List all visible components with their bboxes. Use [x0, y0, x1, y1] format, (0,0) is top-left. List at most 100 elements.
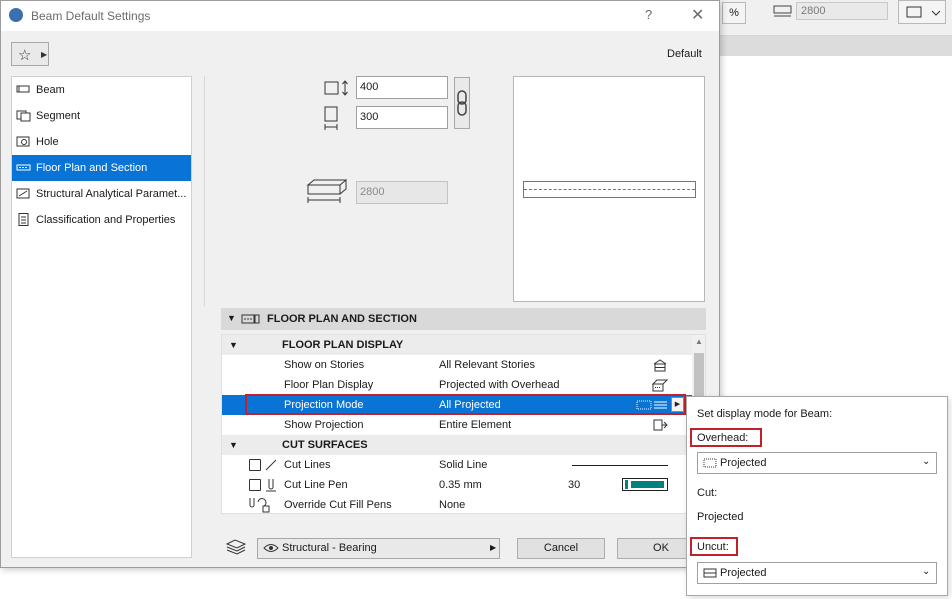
chevron-down-icon: ⌄ — [922, 566, 931, 577]
nav-item-segment[interactable]: Segment — [12, 103, 191, 129]
pen-icon — [266, 479, 276, 492]
help-button[interactable]: ? — [645, 7, 652, 22]
solid-projection-icon — [703, 568, 717, 578]
show-projection-icon — [653, 419, 668, 431]
floor-plan-section-header[interactable]: ▼ FLOOR PLAN AND SECTION — [221, 308, 706, 330]
property-name: Override Cut Fill Pens — [284, 499, 392, 511]
nav-item-floor-plan-and-section[interactable]: Floor Plan and Section — [12, 155, 191, 181]
cut-lines-checkbox[interactable] — [249, 459, 261, 471]
cut-label: Cut: — [697, 487, 718, 499]
group-label: CUT SURFACES — [282, 439, 368, 451]
beam-icon — [16, 85, 30, 93]
group-label: FLOOR PLAN DISPLAY — [282, 339, 404, 351]
star-icon: ☆ — [18, 47, 32, 64]
dotted-projection-icon — [703, 458, 717, 468]
solid-line-preview — [572, 465, 668, 466]
pen-mark — [625, 480, 628, 489]
layer-selector[interactable]: Structural - Bearing ▶ — [257, 538, 500, 559]
overhead-label: Overhead: — [697, 432, 749, 444]
beam-default-settings-dialog: Beam Default Settings ? ✕ ☆ ▶ Default Be… — [0, 0, 720, 568]
property-name: Show Projection — [284, 419, 364, 431]
hole-icon — [16, 136, 30, 147]
property-value: Entire Element — [439, 419, 512, 431]
property-name: Show on Stories — [284, 359, 365, 371]
projection-mode-highlight — [245, 394, 686, 415]
overhead-value: Projected — [720, 457, 767, 469]
uncut-select[interactable]: Projected ⌄ — [697, 562, 937, 584]
favorites-button[interactable]: ☆ ▶ — [11, 42, 49, 66]
property-value: 0.35 mm — [439, 479, 482, 491]
floor-plan-section-icon — [16, 164, 31, 171]
open-popup-arrow-button[interactable]: ▶ — [671, 397, 684, 412]
nav-item-label: Classification and Properties — [36, 214, 176, 226]
nav-item-label: Segment — [36, 110, 81, 122]
preview-beam-axis — [524, 189, 695, 190]
dialog-title: Beam Default Settings — [31, 9, 151, 23]
table-row[interactable]: Cut Line Pen 0.35 mm 30 — [222, 475, 692, 495]
cancel-button[interactable]: Cancel — [517, 538, 605, 559]
property-name: Cut Lines — [284, 459, 331, 471]
beam-height-icon — [324, 80, 348, 96]
table-row[interactable]: Override Cut Fill Pens None — [222, 495, 692, 513]
popup-title: Set display mode for Beam: — [697, 408, 833, 420]
default-label: Default — [667, 48, 702, 60]
collapse-triangle-icon: ▼ — [227, 313, 236, 323]
title-bar: Beam Default Settings ? ✕ — [1, 1, 719, 31]
caret-right-icon: ▶ — [490, 543, 497, 552]
beam-width-field[interactable]: 300 — [356, 106, 448, 129]
classification-icon — [18, 213, 29, 226]
shape-selector-button[interactable] — [898, 0, 946, 24]
collapse-triangle-icon: ▼ — [229, 440, 238, 450]
layers-icon — [225, 539, 247, 555]
caret-right-icon: ▶ — [41, 50, 48, 59]
background-length-field[interactable]: 2800 — [796, 2, 888, 20]
cut-value: Projected — [697, 511, 744, 523]
nav-item-label: Hole — [36, 136, 59, 148]
close-button[interactable]: ✕ — [691, 5, 704, 25]
overhead-select[interactable]: Projected ⌄ — [697, 452, 937, 474]
display-mode-popup: Set display mode for Beam: Overhead: Pro… — [686, 396, 948, 596]
nav-item-label: Beam — [36, 84, 65, 96]
uncut-label: Uncut: — [697, 541, 729, 553]
background-ruler-strip — [720, 36, 952, 56]
table-row[interactable]: Show on Stories All Relevant Stories — [222, 355, 692, 375]
property-value: Projected with Overhead — [439, 379, 560, 391]
table-row[interactable]: Floor Plan Display Projected with Overhe… — [222, 375, 692, 395]
pen-fill — [631, 481, 664, 488]
background-toolbar: % 2800 — [720, 0, 952, 36]
stories-icon — [653, 359, 667, 372]
property-name: Floor Plan Display — [284, 379, 374, 391]
pen-number: 30 — [568, 479, 581, 491]
cut-line-icon — [265, 459, 277, 471]
property-value: All Relevant Stories — [439, 359, 535, 371]
layer-name: Structural - Bearing — [282, 542, 377, 554]
beam-length-icon — [306, 179, 348, 203]
property-value: Solid Line — [439, 459, 488, 471]
beam-width-icon — [324, 106, 338, 130]
property-name: Cut Line Pen — [284, 479, 348, 491]
nav-item-classification[interactable]: Classification and Properties — [12, 207, 191, 233]
beam-length-field: 2800 — [356, 181, 448, 204]
table-row[interactable]: Show Projection Entire Element — [222, 415, 692, 435]
collapse-triangle-icon: ▼ — [229, 340, 238, 350]
archicad-logo-icon — [9, 8, 23, 22]
floor-plan-section-icon — [241, 314, 260, 324]
pen-color-swatch[interactable] — [622, 478, 668, 491]
beam-height-field[interactable]: 400 — [356, 76, 448, 99]
nav-item-beam[interactable]: Beam — [12, 77, 191, 103]
nav-item-hole[interactable]: Hole — [12, 129, 191, 155]
table-row[interactable]: Cut Lines Solid Line — [222, 455, 692, 475]
segment-icon — [16, 110, 31, 122]
cut-line-pen-checkbox[interactable] — [249, 479, 261, 491]
scroll-up-icon[interactable]: ▲ — [695, 337, 703, 346]
rectangle-shape-icon — [906, 6, 941, 18]
beam-length-icon — [773, 5, 792, 17]
beam-preview-panel — [513, 76, 705, 302]
nav-item-structural-analytical[interactable]: Structural Analytical Paramet... — [12, 181, 191, 207]
link-dimensions-button[interactable] — [454, 77, 470, 129]
percent-button[interactable]: % — [722, 2, 746, 24]
property-value: None — [439, 499, 466, 511]
chevron-down-icon: ⌄ — [922, 456, 931, 467]
group-cut-surfaces[interactable]: ▼ CUT SURFACES — [222, 435, 692, 455]
group-floor-plan-display[interactable]: ▼ FLOOR PLAN DISPLAY — [222, 335, 692, 355]
